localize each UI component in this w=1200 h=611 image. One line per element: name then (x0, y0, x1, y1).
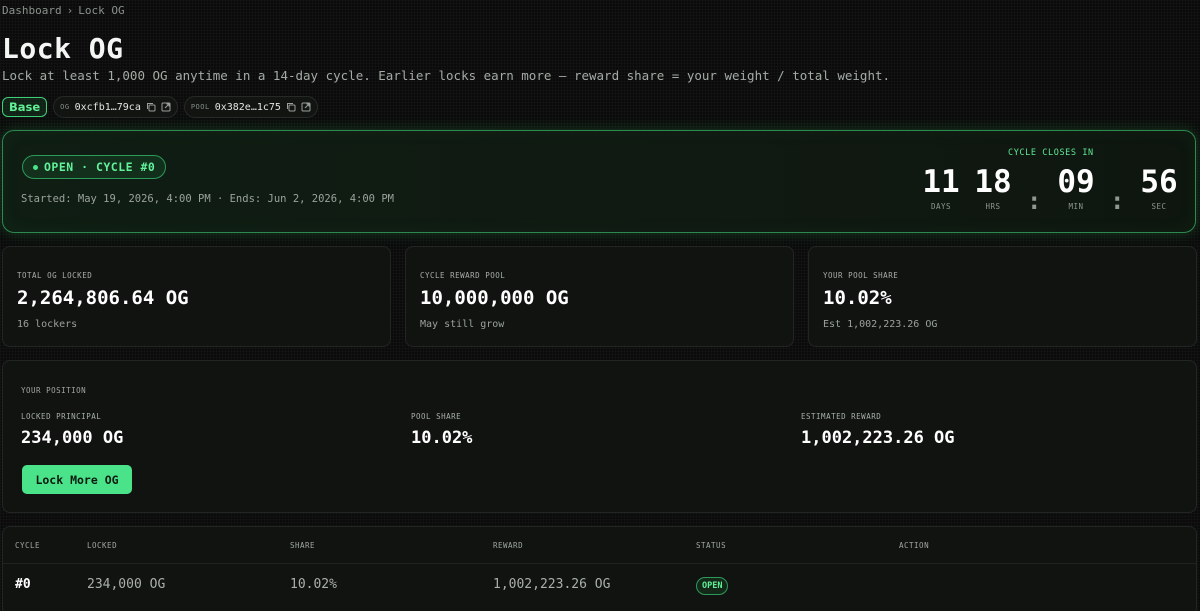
og-address-label: OG (60, 103, 70, 111)
copy-icon[interactable] (286, 102, 296, 112)
stat-sub: Est 1,002,223.26 OG (823, 319, 938, 330)
table-header-reward: REWARD (493, 541, 524, 550)
countdown-hours-label: HRS (985, 202, 1001, 211)
table-header-share: SHARE (290, 541, 316, 550)
table-header-locked: LOCKED (87, 541, 118, 550)
breadcrumb-dashboard-link[interactable]: Dashboard (2, 4, 62, 17)
stat-card-total-locked: TOTAL OG LOCKED 2,264,806.64 OG 16 locke… (2, 246, 391, 347)
your-position-panel: YOUR POSITION LOCKED PRINCIPAL 234,000 O… (2, 360, 1197, 513)
stat-label: CYCLE REWARD POOL (420, 271, 506, 280)
status-dot-icon (33, 164, 38, 170)
estimated-reward-value: 1,002,223.26 OG (801, 428, 955, 448)
external-link-icon[interactable] (301, 102, 311, 112)
stat-card-reward-pool: CYCLE REWARD POOL 10,000,000 OG May stil… (405, 246, 794, 347)
copy-icon[interactable] (146, 102, 156, 112)
cycle-status-panel: OPEN · CYCLE #0 Started: May 19, 2026, 4… (2, 130, 1196, 233)
pool-share-label: POOL SHARE (411, 412, 462, 421)
cell-cycle: #0 (15, 577, 31, 592)
pool-share-value: 10.02% (411, 428, 473, 448)
lock-more-og-button[interactable]: Lock More OG (22, 465, 132, 494)
countdown-seconds: 56 SEC (1134, 164, 1184, 211)
og-address-chip: OG 0xcfb1…79ca (53, 96, 178, 118)
countdown-separator: : (1110, 187, 1125, 215)
stat-card-pool-share: YOUR POOL SHARE 10.02% Est 1,002,223.26 … (808, 246, 1197, 347)
countdown-seconds-value: 56 (1140, 164, 1178, 200)
stat-value: 10,000,000 OG (420, 287, 569, 309)
network-badge: Base (2, 97, 48, 117)
countdown-seconds-label: SEC (1151, 202, 1167, 211)
position-pool-share: POOL SHARE 10.02% (411, 412, 472, 448)
table-header-cycle: CYCLE (15, 541, 41, 550)
breadcrumb: Dashboard › Lock OG (2, 4, 125, 17)
pool-address-value: 0x382e…1c75 (214, 101, 281, 113)
page-subtitle: Lock at least 1,000 OG anytime in a 14-d… (2, 68, 891, 83)
countdown-days-label: DAYS (930, 202, 952, 211)
external-link-icon[interactable] (161, 102, 171, 112)
cell-locked: 234,000 OG (87, 577, 166, 592)
countdown-minutes-value: 09 (1057, 164, 1095, 200)
stat-label: YOUR POOL SHARE (823, 271, 899, 280)
page-title: Lock OG (2, 32, 124, 65)
countdown-separator: : (1027, 187, 1042, 215)
breadcrumb-separator: › (66, 4, 74, 17)
cell-reward: 1,002,223.26 OG (493, 577, 611, 592)
contract-chips: Base OG 0xcfb1…79ca POOL 0x382e…1c75 (2, 96, 318, 118)
breadcrumb-current: Lock OG (78, 4, 125, 17)
countdown-days: 11 DAYS (916, 164, 966, 211)
stat-value: 10.02% (823, 287, 892, 309)
locked-principal-value: 234,000 OG (21, 428, 124, 448)
stat-sub: May still grow (420, 319, 505, 330)
countdown-minutes: 09 MIN (1051, 164, 1101, 211)
table-header-action: ACTION (899, 541, 930, 550)
stat-label: TOTAL OG LOCKED (17, 271, 93, 280)
countdown-hours: 18 HRS (968, 164, 1018, 211)
status-badge: OPEN (696, 577, 729, 595)
estimated-reward: ESTIMATED REWARD 1,002,223.26 OG (801, 412, 955, 448)
stat-sub: 16 lockers (17, 319, 78, 330)
countdown-label: CYCLE CLOSES IN (1008, 148, 1094, 158)
estimated-reward-label: ESTIMATED REWARD (801, 412, 882, 421)
locked-principal-label: LOCKED PRINCIPAL (21, 412, 102, 421)
cell-share: 10.02% (290, 577, 337, 592)
cycle-status-pill: OPEN · CYCLE #0 (22, 155, 167, 179)
table-header-status: STATUS (696, 541, 727, 550)
countdown-minutes-label: MIN (1068, 202, 1084, 211)
locked-principal: LOCKED PRINCIPAL 234,000 OG (21, 412, 123, 448)
pool-address-label: POOL (190, 103, 210, 111)
stat-value: 2,264,806.64 OG (17, 287, 189, 309)
position-title: YOUR POSITION (21, 386, 87, 395)
cycle-dates: Started: May 19, 2026, 4:00 PM · Ends: J… (21, 193, 394, 205)
countdown-days-value: 11 (922, 164, 960, 200)
table-divider (3, 563, 1196, 564)
og-address-value: 0xcfb1…79ca (74, 101, 141, 113)
cycles-table: CYCLE LOCKED SHARE REWARD STATUS ACTION … (2, 526, 1197, 611)
countdown-hours-value: 18 (974, 164, 1012, 200)
cycle-status-text: OPEN · CYCLE #0 (44, 160, 156, 174)
pool-address-chip: POOL 0x382e…1c75 (183, 96, 318, 118)
